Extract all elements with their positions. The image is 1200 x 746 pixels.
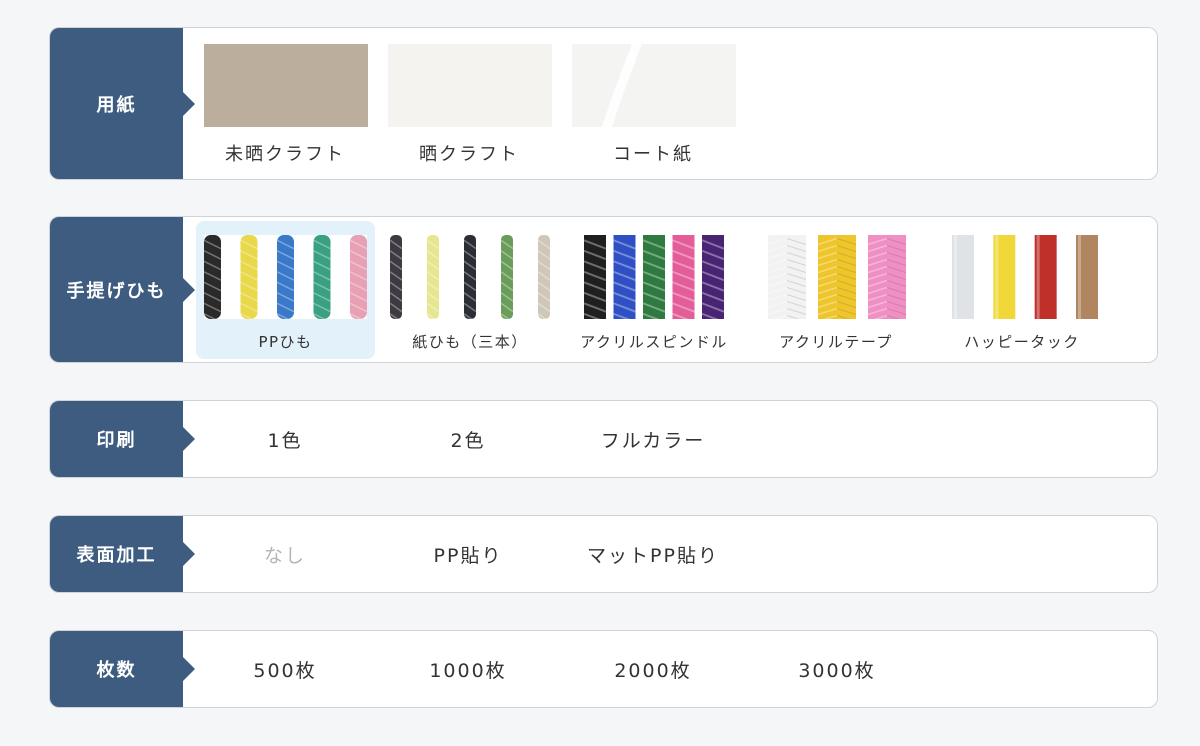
strand-0 [768,235,807,319]
quantity-section: 枚数 500枚 1000枚 2000枚 3000枚 [49,630,1158,708]
strand-group [390,235,550,319]
paper-option-bleached-kraft[interactable]: 晒クラフト [386,28,552,179]
strand-4 [701,235,724,319]
happy-tack-swatch [952,235,1098,319]
paper-option-label: 未晒クラフト [225,144,345,165]
strand-2 [1034,235,1057,319]
handle-option-label: ハッピータック [964,333,1080,351]
strand-2 [276,235,295,319]
strand-group [768,235,906,319]
paper-label: 用紙 [50,28,195,179]
print-label: 印刷 [50,401,195,477]
paper-option-unbleached-kraft[interactable]: 未晒クラフト [202,28,368,179]
handle-section: 手提げひも PPひも 紙ひも（三本） アクリルスピンドル アクリルテープ ハッピ… [49,216,1158,363]
strand-1 [613,235,636,319]
strand-1 [993,235,1016,319]
gloss-highlight [602,44,642,127]
print-option-1-color[interactable]: 1色 [195,401,375,477]
surface-option-matte-pp-lamination[interactable]: マットPP貼り [563,516,743,592]
strand-1 [817,235,857,319]
surface-option-none: なし [263,544,306,567]
strand-3 [500,235,514,319]
print-section: 印刷 1色 2色 フルカラー [49,400,1158,478]
strand-group [204,235,367,319]
quantity-option-2000[interactable]: 2000枚 [563,631,743,707]
strand-3 [313,235,331,319]
handle-option-label: 紙ひも（三本） [412,333,528,351]
strand-0 [584,235,607,319]
handle-option-happy-tack[interactable]: ハッピータック [940,221,1104,359]
print-option-2-color[interactable]: 2色 [378,401,558,477]
strand-2 [867,235,906,319]
quantity-option-1000[interactable]: 1000枚 [378,631,558,707]
strand-group [584,235,724,319]
handle-option-acrylic-spindle[interactable]: アクリルスピンドル [570,221,738,359]
product-options-page: 用紙 未晒クラフト 晒クラフト コート紙 手提げひも PPひも 紙ひも（三本） … [0,0,1200,746]
handle-option-paper-cord[interactable]: 紙ひも（三本） [390,221,550,359]
pp-cord-swatch [204,235,367,319]
strand-3 [672,235,695,319]
surface-option-pp-lamination[interactable]: PP貼り [378,516,558,592]
handle-option-pp-cord[interactable]: PPひも [196,221,375,359]
handle-option-label: PPひも [258,333,313,351]
paper-option-coated[interactable]: コート紙 [570,28,736,179]
acrylic-tape-swatch [768,235,906,319]
strand-0 [952,235,974,319]
quantity-option-3000[interactable]: 3000枚 [747,631,927,707]
surface-label: 表面加工 [50,516,195,592]
strand-3 [1076,235,1098,319]
quantity-option-500[interactable]: 500枚 [195,631,375,707]
paper-section: 用紙 未晒クラフト 晒クラフト コート紙 [49,27,1158,180]
handle-option-acrylic-tape[interactable]: アクリルテープ [756,221,916,359]
strand-2 [642,235,666,319]
coated-paper-swatch [572,44,736,127]
acrylic-spindle-swatch [584,235,724,319]
strand-4 [537,235,550,319]
strand-1 [240,235,258,319]
paper-option-label: コート紙 [613,144,693,165]
strand-4 [349,235,367,319]
strand-1 [426,235,440,319]
strand-0 [390,235,403,319]
handle-label: 手提げひも [50,217,195,362]
strand-0 [204,235,222,319]
strand-2 [463,235,477,319]
quantity-label: 枚数 [50,631,195,707]
surface-section: 表面加工 なし PP貼り マットPP貼り [49,515,1158,593]
paper-option-label: 晒クラフト [419,144,519,165]
print-option-full-color[interactable]: フルカラー [563,401,743,477]
paper-cord-swatch [390,235,550,319]
unbleached-kraft-swatch [204,44,368,127]
bleached-kraft-swatch [388,44,552,127]
strand-group [952,235,1098,319]
handle-option-label: アクリルスピンドル [580,333,728,351]
handle-option-label: アクリルテープ [779,333,893,351]
